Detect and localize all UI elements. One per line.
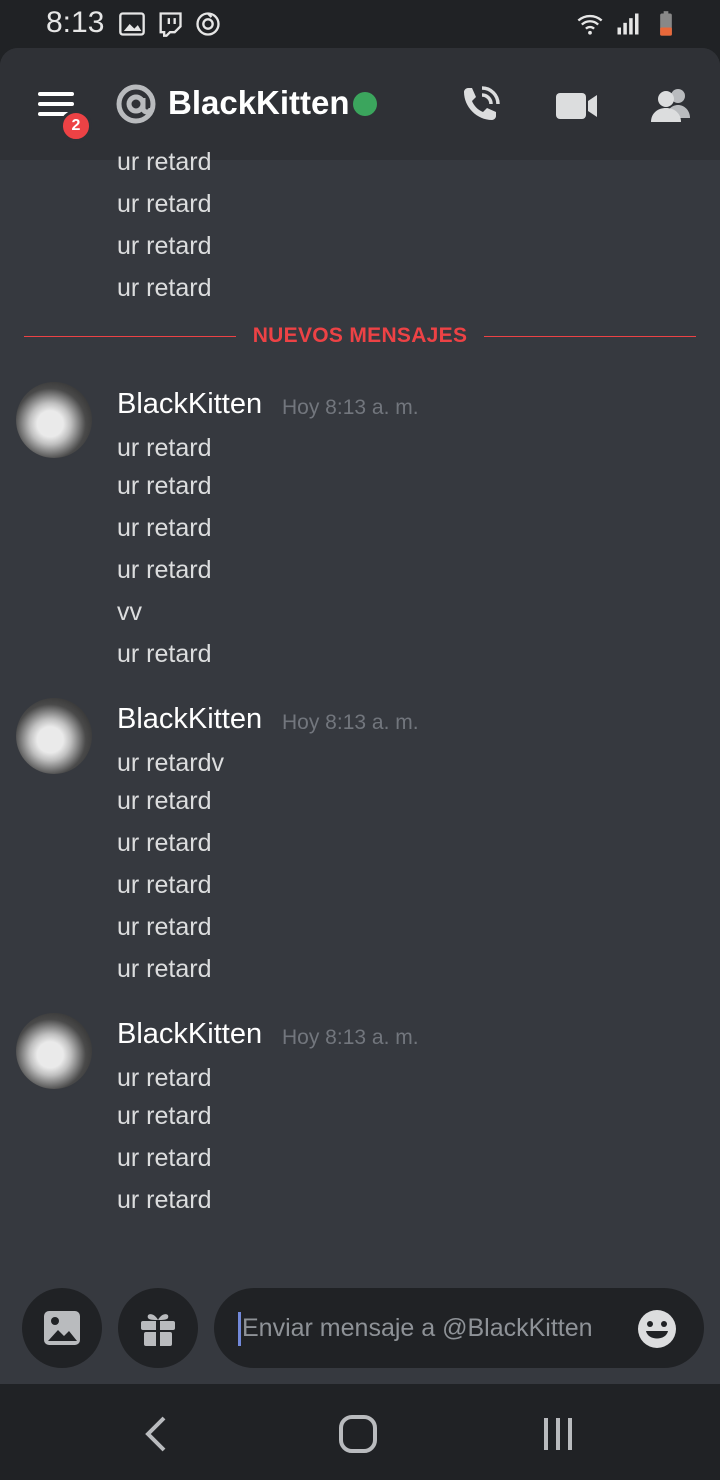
status-bar: 8:13 [0,0,720,48]
message-line: ur retard [117,274,212,302]
image-icon [119,12,145,36]
avatar[interactable] [16,1013,92,1089]
channel-header: 2 BlackKitten [0,48,720,160]
menu-button[interactable]: 2 [30,84,92,142]
emoji-icon[interactable] [636,1308,678,1350]
message-timestamp: Hoy 8:13 a. m. [282,396,419,419]
unread-badge: 2 [60,110,92,142]
twitch-icon [159,12,182,37]
message-line: ur retard [117,913,212,941]
video-icon[interactable] [552,82,600,130]
back-icon[interactable] [136,1414,180,1454]
message-line: ur retard [117,148,212,176]
message-line: ur retard [117,1144,212,1172]
message-line: ur retard [117,640,212,668]
message-line: ur retard [117,556,212,584]
message-line: ur retard [117,1064,212,1092]
message-input[interactable] [240,1310,630,1346]
message-timestamp: Hoy 8:13 a. m. [282,1026,419,1049]
battery-icon [660,11,672,36]
menu-icon-bar [38,102,74,106]
system-icons [576,10,680,38]
message-line: ur retardv [117,749,224,777]
home-icon[interactable] [336,1414,380,1454]
gift-button[interactable] [118,1288,198,1368]
message-line: ur retard [117,955,212,983]
message-author[interactable]: BlackKitten [117,388,262,421]
message-line: ur retard [117,514,212,542]
menu-icon [38,92,74,96]
at-icon [116,84,156,124]
message-line: vv [117,598,142,626]
new-messages-label: NUEVOS MENSAJES [252,324,468,347]
avatar[interactable] [16,382,92,458]
message-line: ur retard [117,1186,212,1214]
status-time: 8:13 [46,6,105,39]
image-upload-button[interactable] [22,1288,102,1368]
message-line: ur retard [117,232,212,260]
message-composer [0,1270,720,1384]
message-list[interactable]: ur retard ur retard ur retard ur retard … [0,148,720,1270]
wifi-icon [577,14,603,35]
sync-icon [196,12,220,36]
message-author[interactable]: BlackKitten [117,703,262,736]
message-timestamp: Hoy 8:13 a. m. [282,711,419,734]
message-line: ur retard [117,787,212,815]
image-upload-icon [44,1311,80,1345]
message-input-container[interactable] [214,1288,704,1368]
message-line: ur retard [117,190,212,218]
message-line: ur retard [117,871,212,899]
message-line: ur retard [117,472,212,500]
recents-icon[interactable] [536,1414,580,1454]
channel-title: BlackKitten [168,84,350,121]
new-messages-divider [484,336,696,337]
avatar[interactable] [16,698,92,774]
message-line: ur retard [117,829,212,857]
members-icon[interactable] [648,82,696,130]
dm-screen: 2 BlackKitten ur retard ur retard ur ret… [0,48,720,1384]
message-line: ur retard [117,434,212,462]
system-navigation-bar [0,1384,720,1480]
call-icon[interactable] [456,82,504,130]
message-line: ur retard [117,1102,212,1130]
notification-icons [118,10,222,38]
online-status-indicator [353,92,377,116]
signal-icon [617,13,639,35]
message-author[interactable]: BlackKitten [117,1018,262,1051]
new-messages-divider [24,336,236,337]
gift-icon [141,1314,175,1346]
